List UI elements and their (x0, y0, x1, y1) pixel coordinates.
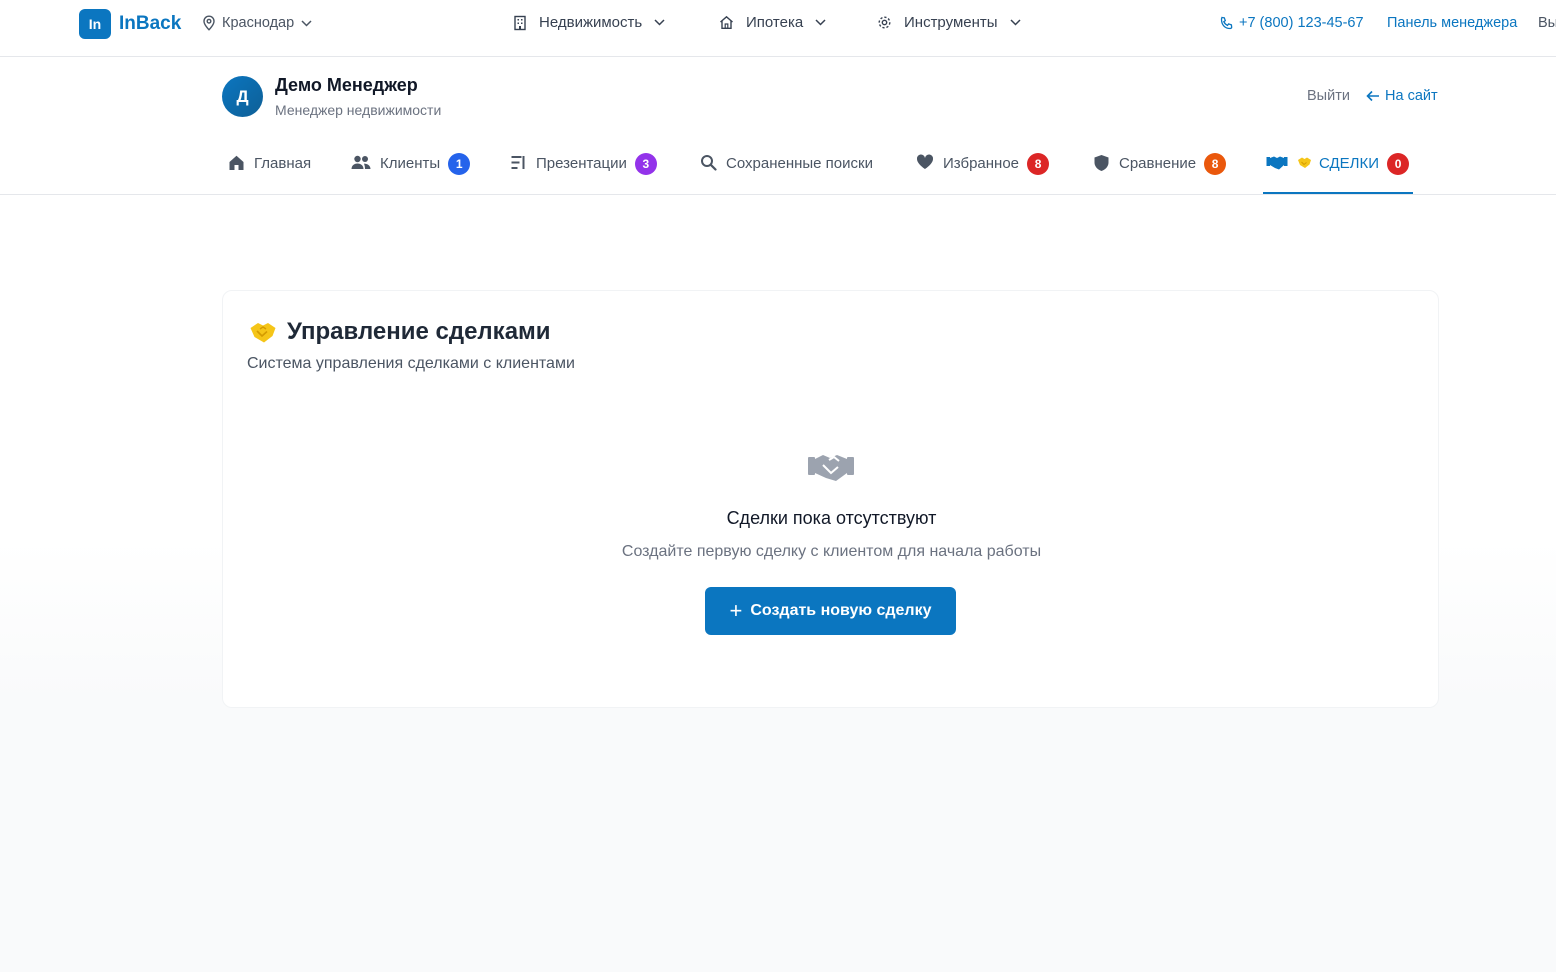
users-icon (351, 154, 371, 171)
tab-home-label: Главная (254, 155, 312, 172)
menu-realty[interactable]: Недвижимость (513, 14, 665, 31)
location-pin-icon (203, 15, 215, 31)
tab-clients[interactable]: Клиенты 1 (351, 140, 471, 194)
deals-title: Управление сделками (287, 318, 551, 345)
tab-deals-badge: 0 (1387, 153, 1410, 175)
tab-compare-badge: 8 (1204, 153, 1227, 175)
tab-compare-label: Сравнение (1119, 155, 1197, 172)
arrow-left-icon (1366, 90, 1379, 102)
city-label: Краснодар (222, 15, 295, 31)
logo-mark: In (79, 9, 111, 39)
gear-icon (877, 15, 892, 30)
brand-name: InBack (119, 13, 182, 34)
logo[interactable]: In InBack (79, 9, 181, 39)
create-deal-label: Создать новую сделку (750, 602, 932, 619)
logout-link[interactable]: Выйти (1307, 88, 1350, 104)
tab-clients-badge: 1 (448, 153, 471, 175)
tab-favorites[interactable]: Избранное 8 (916, 140, 1050, 194)
city-selector[interactable]: Краснодар (202, 15, 318, 31)
menu-mortgage-label: Ипотека (746, 14, 804, 31)
tab-compare[interactable]: Сравнение 8 (1093, 140, 1227, 194)
tab-presentations-badge: 3 (634, 153, 657, 175)
avatar: Д (222, 76, 263, 117)
deals-subtitle: Система управления сделками с клиентами (247, 355, 575, 372)
tab-deals-label: СДЕЛКИ (1319, 155, 1380, 172)
tab-favorites-label: Избранное (943, 155, 1020, 172)
tab-presentations[interactable]: Презентации 3 (510, 140, 657, 194)
chevron-down-icon (1010, 19, 1021, 26)
top-navigation: In InBack Краснодар Недвижимость Ипотека… (0, 0, 1556, 57)
menu-mortgage[interactable]: Ипотека (719, 14, 826, 31)
shield-icon (1093, 154, 1110, 172)
handshake-emoji-icon (1297, 156, 1312, 169)
phone-link[interactable]: +7 (800) 123-45-67 (1219, 15, 1364, 31)
tab-saved-searches-label: Сохраненные поиски (726, 155, 873, 172)
menu-realty-label: Недвижимость (539, 14, 643, 31)
chevron-down-icon (654, 19, 665, 26)
tab-presentations-label: Презентации (536, 155, 627, 172)
to-site-label: На сайт (1385, 88, 1438, 104)
building-icon (513, 15, 527, 31)
empty-state-subtitle: Создайте первую сделку с клиентом для на… (621, 543, 1042, 560)
chevron-down-icon (301, 19, 312, 27)
tab-home[interactable]: Главная (228, 140, 311, 194)
tab-saved-searches[interactable]: Сохраненные поиски (700, 140, 873, 194)
handshake-icon (1266, 154, 1288, 171)
presentation-icon (510, 154, 527, 171)
plus-icon: + (729, 598, 743, 623)
manager-panel-link[interactable]: Панель менеджера (1387, 15, 1517, 31)
menu-tools-label: Инструменты (904, 14, 998, 31)
handshake-emoji-icon (249, 320, 277, 344)
to-site-link[interactable]: На сайт (1366, 88, 1438, 104)
create-deal-button[interactable]: + Создать новую сделку (705, 587, 956, 635)
manager-name: Демо Менеджер (275, 75, 418, 95)
tab-clients-label: Клиенты (380, 155, 441, 172)
tab-deals[interactable]: СДЕЛКИ 0 (1263, 140, 1414, 194)
phone-number: +7 (800) 123-45-67 (1239, 15, 1364, 31)
heart-icon (916, 154, 934, 170)
home-icon (719, 15, 734, 30)
chevron-down-icon (815, 19, 826, 26)
menu-tools[interactable]: Инструменты (877, 14, 1021, 31)
manager-profile: Д Демо Менеджер Менеджер недвижимости (222, 75, 441, 118)
dashboard-tabs: Главная Клиенты 1 Презентации 3 Сохранен… (0, 140, 1556, 195)
logout-link-top[interactable]: Выйти (1538, 15, 1556, 31)
handshake-icon (807, 451, 855, 488)
empty-state-title: Сделки пока отсутствуют (726, 508, 937, 528)
home-icon (228, 154, 245, 171)
phone-icon (1220, 16, 1233, 29)
deals-card: Управление сделками Система управления с… (222, 290, 1439, 708)
tab-favorites-badge: 8 (1027, 153, 1050, 175)
search-icon (700, 154, 717, 171)
manager-role: Менеджер недвижимости (275, 102, 442, 118)
